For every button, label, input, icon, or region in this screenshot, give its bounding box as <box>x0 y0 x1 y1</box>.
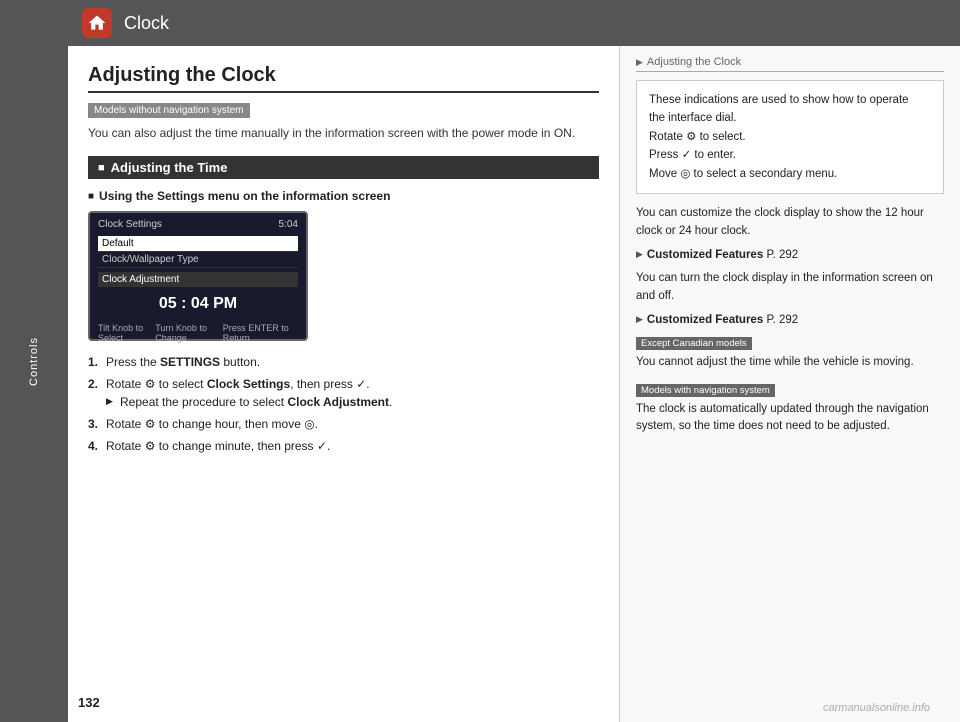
screen-top-bar: Clock Settings 5:04 <box>98 219 298 230</box>
feature-2-page: P. 292 <box>766 314 798 326</box>
subsection-header: Adjusting the Time <box>88 156 599 179</box>
header-bar: Clock <box>68 0 960 46</box>
screen-footer-left: Tilt Knob to Select <box>98 323 155 343</box>
screen-footer-right: Press ENTER to Return <box>223 323 298 343</box>
screen-footer-mid: Turn Knob to Change <box>155 323 223 343</box>
box-line-3: Rotate ⚙ to select. <box>649 128 931 146</box>
step-1: 1. Press the SETTINGS button. <box>88 353 599 371</box>
header-title: Clock <box>124 13 169 34</box>
sub-sub-label: Using the Settings menu on the informati… <box>99 189 390 203</box>
feature-2-bold: Customized Features <box>647 314 763 326</box>
screen-item-wallpaper: Clock/Wallpaper Type <box>98 252 298 268</box>
box-line-2: the interface dial. <box>649 109 931 127</box>
note-2-text: You cannot adjust the time while the veh… <box>636 354 944 371</box>
badge-except-canada: Except Canadian models <box>636 337 752 350</box>
watermark: carmanualsonline.info <box>823 702 930 714</box>
intro-text: You can also adjust the time manually in… <box>88 124 599 142</box>
steps-list: 1. Press the SETTINGS button. 2. Rotate … <box>88 353 599 455</box>
step-1-num: 1. <box>88 353 98 371</box>
sidebar: Controls <box>0 0 68 722</box>
feature-link-2: Customized Features P. 292 <box>636 314 944 326</box>
subsection-label: Adjusting the Time <box>111 160 228 175</box>
sub-sub-title: Using the Settings menu on the informati… <box>88 189 599 203</box>
step-4: 4. Rotate ⚙ to change minute, then press… <box>88 437 599 455</box>
step-4-num: 4. <box>88 437 98 455</box>
right-panel-title: Adjusting the Clock <box>636 56 944 72</box>
box-line-5: Move ◎ to select a secondary menu. <box>649 165 931 183</box>
screen-item-default: Default <box>98 236 298 252</box>
screen-time: 5:04 <box>279 219 298 230</box>
sidebar-label: Controls <box>28 337 40 386</box>
screen-footer: Tilt Knob to Select Turn Knob to Change … <box>98 323 298 343</box>
section-title: Adjusting the Clock <box>88 64 599 93</box>
home-svg <box>87 13 107 33</box>
content-area: Adjusting the Clock Models without navig… <box>68 46 960 722</box>
screen-title: Clock Settings <box>98 219 162 230</box>
right-text-2: You can turn the clock display in the in… <box>636 269 944 306</box>
box-line-4: Press ✓ to enter. <box>649 146 931 164</box>
step-3-num: 3. <box>88 415 98 433</box>
screen-time-display: 05 : 04 PM <box>98 291 298 317</box>
feature-1-page: P. 292 <box>766 249 798 261</box>
step-2-num: 2. <box>88 375 98 393</box>
right-panel: Adjusting the Clock These indications ar… <box>620 46 960 722</box>
step-3: 3. Rotate ⚙ to change hour, then move ◎. <box>88 415 599 433</box>
note-3-text: The clock is automatically updated throu… <box>636 401 944 436</box>
screen-mockup: Clock Settings 5:04 Default Clock/Wallpa… <box>88 211 308 341</box>
step-1-bold: SETTINGS <box>160 355 220 369</box>
screen-adjustment-header: Clock Adjustment <box>98 272 298 287</box>
step-2: 2. Rotate ⚙ to select Clock Settings, th… <box>88 375 599 411</box>
feature-1-bold: Customized Features <box>647 249 763 261</box>
page-number: 132 <box>78 695 100 710</box>
info-box: These indications are used to show how t… <box>636 80 944 194</box>
step-2-bold: Clock Settings <box>207 377 290 391</box>
box-line-1: These indications are used to show how t… <box>649 91 931 109</box>
badge-no-nav: Models without navigation system <box>88 103 250 118</box>
left-panel: Adjusting the Clock Models without navig… <box>68 46 620 722</box>
step-2-sub: Repeat the procedure to select Clock Adj… <box>106 393 599 411</box>
main-content: Clock Adjusting the Clock Models without… <box>68 0 960 722</box>
badge-nav-system: Models with navigation system <box>636 384 775 397</box>
home-icon <box>82 8 112 38</box>
right-text-1: You can customize the clock display to s… <box>636 204 944 241</box>
feature-link-1: Customized Features P. 292 <box>636 249 944 261</box>
